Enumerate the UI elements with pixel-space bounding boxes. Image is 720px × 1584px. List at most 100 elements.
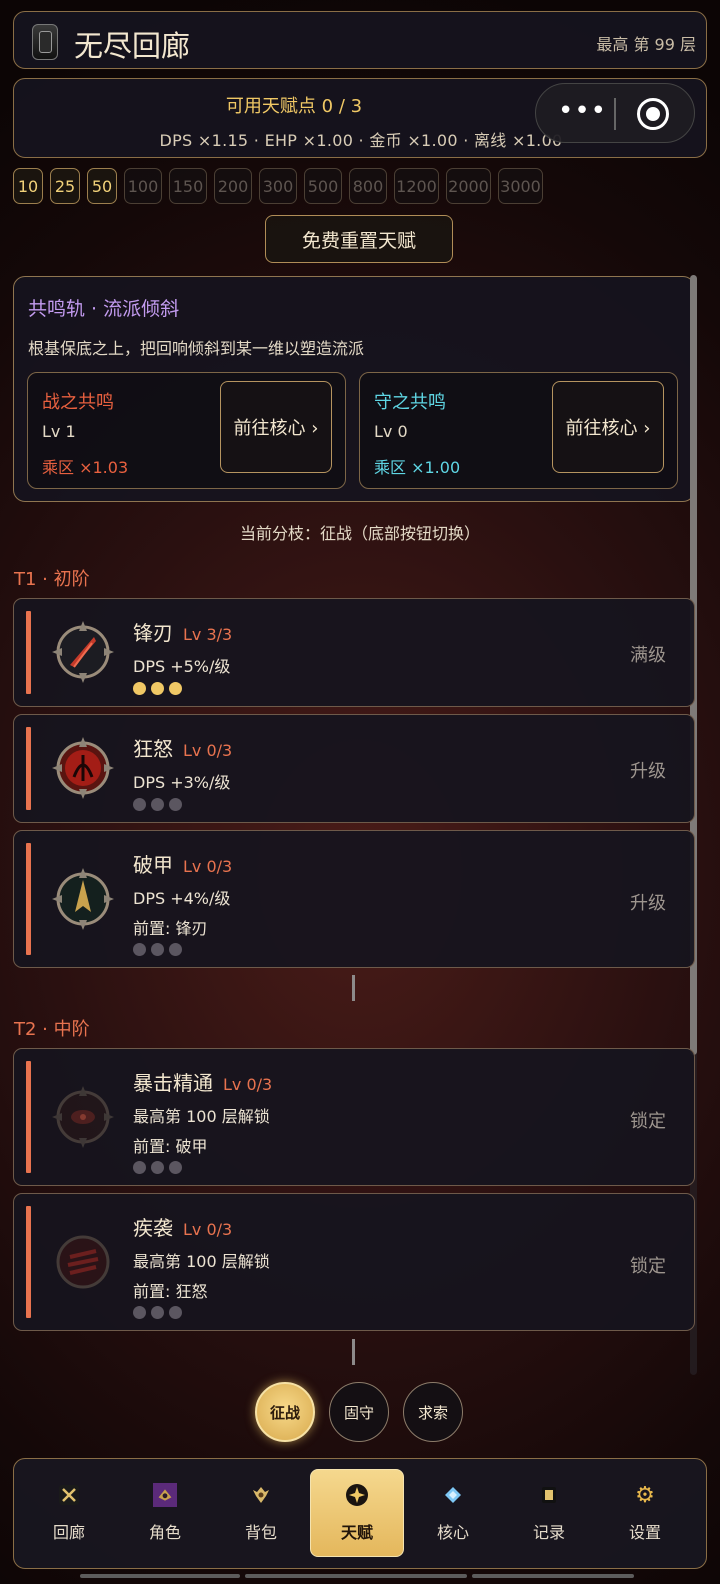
nav-corridor[interactable]: 回廊 <box>22 1469 116 1557</box>
talent-level: Lv 0/3 <box>183 741 233 760</box>
level-pip <box>169 943 182 956</box>
level-pip <box>169 798 182 811</box>
nav-label: 核心 <box>436 1523 469 1542</box>
talent-name: 锋刃 Lv 3/3 <box>133 621 233 645</box>
branch-stripe <box>26 1061 31 1173</box>
nav-records[interactable]: 记录 <box>502 1469 596 1557</box>
resonance-title: 共鸣轨 · 流派倾斜 <box>28 298 180 320</box>
floor-milestone-3000: 3000 <box>498 168 543 204</box>
talent-level: Lv 0/3 <box>223 1075 273 1094</box>
talent-state-label: 满级 <box>630 645 666 666</box>
floor-milestone-500: 500 <box>304 168 342 204</box>
nav-character[interactable]: 角色 <box>118 1469 212 1557</box>
level-pip <box>151 798 164 811</box>
floor-milestone-100: 100 <box>124 168 162 204</box>
nav-settings[interactable]: ⚙ 设置 <box>598 1469 692 1557</box>
level-pip <box>133 943 146 956</box>
branch-conquest-button[interactable]: 征战 <box>255 1382 315 1442</box>
nav-backpack[interactable]: 背包 <box>214 1469 308 1557</box>
talent-name: 疾袭 Lv 0/3 <box>133 1216 233 1240</box>
talent-state-label[interactable]: 升级 <box>630 757 666 783</box>
nav-label: 记录 <box>532 1523 565 1542</box>
diamond-core-icon <box>441 1483 465 1507</box>
talent-state-label: 锁定 <box>630 1111 666 1132</box>
guard-resonance-name: 守之共鸣 <box>374 392 446 413</box>
guard-go-core-button[interactable]: 前往核心 › <box>552 381 664 473</box>
guard-resonance-level: Lv 0 <box>374 422 408 441</box>
crit-mastery-talent-icon <box>52 1086 114 1148</box>
level-pips <box>133 796 187 811</box>
level-pip <box>133 1306 146 1319</box>
mini-program-capsule: ••• <box>535 83 695 143</box>
floor-milestone-300: 300 <box>259 168 297 204</box>
talent-prerequisite: 前置: 狂怒 <box>133 1282 208 1301</box>
nav-core[interactable]: 核心 <box>406 1469 500 1557</box>
nav-talent[interactable]: 天赋 <box>310 1469 404 1557</box>
armor-break-talent-icon <box>52 868 114 930</box>
level-pips <box>133 1159 187 1174</box>
tier-connector <box>352 975 355 1001</box>
level-pips <box>133 680 187 695</box>
talent-effect: DPS +5%/级 <box>133 657 231 676</box>
nav-label: 背包 <box>244 1523 277 1542</box>
more-menu-icon[interactable]: ••• <box>558 98 607 124</box>
talent-card-swift-strike[interactable]: 疾袭 Lv 0/3 最高第 100 层解锁 前置: 狂怒 锁定 <box>13 1193 695 1331</box>
home-indicator <box>472 1574 634 1578</box>
talent-effect: DPS +3%/级 <box>133 773 231 792</box>
capsule-divider <box>614 98 616 130</box>
war-resonance-level: Lv 1 <box>42 422 76 441</box>
talent-prerequisite: 前置: 锋刃 <box>133 919 208 938</box>
nav-label: 角色 <box>148 1523 181 1542</box>
backpack-icon <box>249 1483 273 1507</box>
resonance-panel: 共鸣轨 · 流派倾斜 根基保底之上，把回响倾斜到某一维以塑造流派 战之共鸣 Lv… <box>13 276 695 502</box>
talent-level: Lv 3/3 <box>183 625 233 644</box>
talent-card-rage[interactable]: 狂怒 Lv 0/3 DPS +3%/级 升级 <box>13 714 695 823</box>
floor-milestone-50: 50 <box>87 168 117 204</box>
floor-milestone-1200: 1200 <box>394 168 439 204</box>
blade-talent-icon <box>52 621 114 683</box>
level-pip <box>169 1306 182 1319</box>
floor-milestone-10: 10 <box>13 168 43 204</box>
unlock-requirement: 最高第 100 层解锁 <box>133 1252 270 1271</box>
talent-level: Lv 0/3 <box>183 857 233 876</box>
branch-stripe <box>26 843 31 955</box>
level-pip <box>169 1161 182 1174</box>
tier-2-label: T2 · 中阶 <box>14 1019 90 1040</box>
level-pips <box>133 941 187 956</box>
talent-name: 暴击精通 Lv 0/3 <box>133 1071 273 1095</box>
reset-talents-button[interactable]: 免费重置天赋 <box>265 215 453 263</box>
home-indicator <box>245 1574 467 1578</box>
branch-stripe <box>26 727 31 810</box>
character-icon <box>153 1483 177 1507</box>
tier-1-label: T1 · 初阶 <box>14 569 90 590</box>
war-go-core-button[interactable]: 前往核心 › <box>220 381 332 473</box>
floor-milestone-800: 800 <box>349 168 387 204</box>
branch-explore-button[interactable]: 求索 <box>403 1382 463 1442</box>
game-logo-icon <box>32 24 58 60</box>
talent-prerequisite: 前置: 破甲 <box>133 1137 208 1156</box>
level-pip <box>151 682 164 695</box>
close-mini-program-icon[interactable] <box>637 98 669 130</box>
guard-resonance-card: 守之共鸣 Lv 0 乘区 ×1.00 前往核心 › <box>359 372 678 489</box>
level-pip <box>133 798 146 811</box>
floor-milestone-25: 25 <box>50 168 80 204</box>
talent-points: 可用天赋点 0 / 3 <box>225 96 363 117</box>
talent-card-armor-break[interactable]: 破甲 Lv 0/3 DPS +4%/级 前置: 锋刃 升级 <box>13 830 695 968</box>
guard-resonance-multiplier: 乘区 ×1.00 <box>374 458 461 477</box>
talent-name: 破甲 Lv 0/3 <box>133 853 233 877</box>
talent-effect: DPS +4%/级 <box>133 889 231 908</box>
tier-connector <box>352 1339 355 1365</box>
swift-strike-talent-icon <box>56 1235 110 1289</box>
page-title: 无尽回廊 <box>74 29 191 63</box>
unlock-requirement: 最高第 100 层解锁 <box>133 1107 270 1126</box>
talent-level: Lv 0/3 <box>183 1220 233 1239</box>
floor-milestone-200: 200 <box>214 168 252 204</box>
talent-card-blade[interactable]: 锋刃 Lv 3/3 DPS +5%/级 满级 <box>13 598 695 707</box>
bottom-nav: 回廊 角色 背包 天赋 核心 记录 ⚙ 设置 <box>13 1458 707 1569</box>
branch-defense-button[interactable]: 固守 <box>329 1382 389 1442</box>
talent-state-label[interactable]: 升级 <box>630 889 666 915</box>
nav-label: 回廊 <box>52 1523 85 1542</box>
talent-card-crit-mastery[interactable]: 暴击精通 Lv 0/3 最高第 100 层解锁 前置: 破甲 锁定 <box>13 1048 695 1186</box>
war-resonance-name: 战之共鸣 <box>42 392 114 413</box>
nav-label: 设置 <box>628 1523 661 1542</box>
